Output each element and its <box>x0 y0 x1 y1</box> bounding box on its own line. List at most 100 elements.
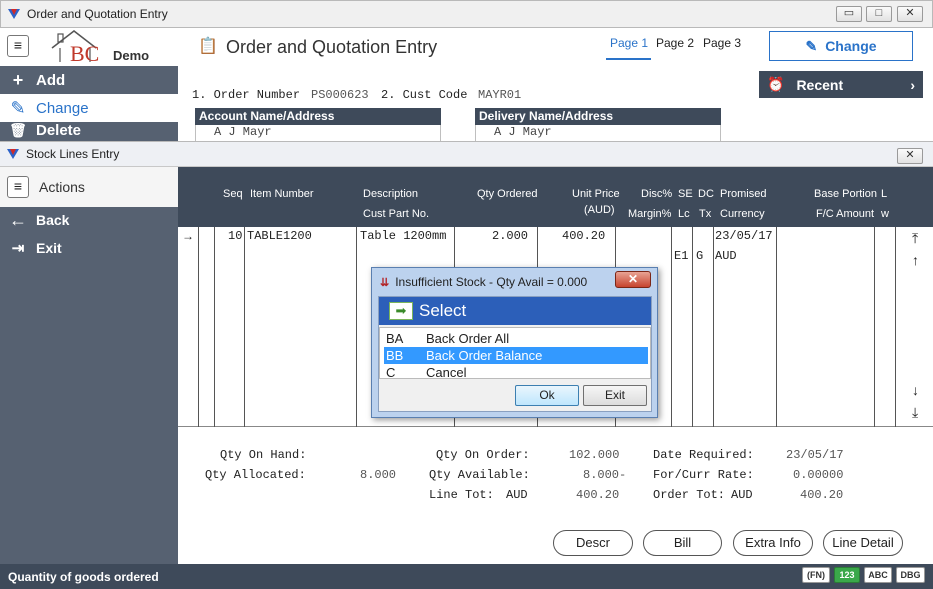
col-extra2: w <box>881 208 889 220</box>
menu-add[interactable]: + Add <box>0 66 178 94</box>
close-window-button[interactable]: ✕ <box>897 6 923 22</box>
table-row[interactable]: 10 TABLE1200 Table 1200mm 2.000 400.20 2… <box>215 227 855 267</box>
scroll-bottom-icon[interactable]: ⤓ <box>912 404 918 421</box>
logo-subtitle: Demo <box>113 48 150 63</box>
menu-change-label: Change <box>36 99 89 117</box>
scroll-top-icon[interactable]: ⤒ <box>912 230 918 247</box>
scroll-down-icon[interactable]: ↓ <box>912 382 919 398</box>
row-se: E1 <box>674 249 689 263</box>
page-title: Order and Quotation Entry <box>226 37 438 57</box>
row-seq: 10 <box>228 229 243 243</box>
maximize-button[interactable]: □ <box>866 6 892 22</box>
main-menu-button[interactable]: ≡ <box>7 35 29 57</box>
descr-button[interactable]: Descr <box>553 530 633 556</box>
dialog-title: Insufficient Stock - Qty Avail = 0.000 <box>395 275 588 289</box>
option-key: BA <box>386 331 404 346</box>
num-badge[interactable]: 123 <box>834 567 860 583</box>
qorder-label: Qty On Order: <box>436 448 530 462</box>
dialog-body: ➡ Select BA Back Order All BB Back Order… <box>378 296 652 412</box>
menu-icon: ≡ <box>7 176 29 198</box>
back-button[interactable]: ← Back <box>0 206 178 234</box>
stock-close-button[interactable]: ✕ <box>897 148 923 164</box>
line-detail-button[interactable]: Line Detail <box>823 530 903 556</box>
abc-badge[interactable]: ABC <box>864 567 892 583</box>
row-date: 23/05/17 <box>715 229 773 243</box>
change-button[interactable]: ✎ Change <box>769 31 913 61</box>
qoh-label: Qty On Hand: <box>220 448 307 462</box>
window-title: Order and Quotation Entry <box>27 7 168 21</box>
option-key: BB <box>386 348 404 363</box>
main-titlebar: Order and Quotation Entry <box>0 0 933 28</box>
tab-page-3[interactable]: Page 3 <box>703 36 741 50</box>
select-list-icon: ➡ <box>389 302 413 320</box>
recent-button[interactable]: ⏰ Recent › <box>759 71 923 98</box>
linetot-label: Line Tot: <box>429 488 494 502</box>
actions-button[interactable]: ≡ Actions <box>0 167 178 207</box>
row-currency: AUD <box>715 249 737 263</box>
exit-icon: ⇥ <box>11 240 25 257</box>
option-label: Back Order Balance <box>426 348 543 363</box>
list-item[interactable]: BA Back Order All <box>384 330 648 347</box>
linetot-value: 400.20 <box>576 488 620 502</box>
qavail-value: 8.000- <box>583 468 627 482</box>
menu-delete[interactable]: 🗑 Delete <box>0 122 178 141</box>
chevron-right-icon: › <box>910 76 915 93</box>
alarm-clock-icon: ⏰ <box>767 76 785 92</box>
col-price: Unit Price <box>572 188 620 200</box>
extra-info-button[interactable]: Extra Info <box>733 530 813 556</box>
trash-icon: 🗑 <box>9 122 27 138</box>
back-label: Back <box>36 212 70 228</box>
minimize-button[interactable]: ▭ <box>836 6 862 22</box>
actions-label: Actions <box>39 179 85 195</box>
linetot-currency: AUD <box>506 488 528 502</box>
qalloc-value: 8.000 <box>360 468 397 482</box>
fn-badge[interactable]: (FN) <box>802 567 830 583</box>
option-key: C <box>386 365 396 380</box>
cust-code-label: 2. Cust Code <box>381 88 468 102</box>
arrow-left-icon: ← <box>9 209 27 230</box>
ordertot-currency: AUD <box>731 488 753 502</box>
status-text: Quantity of goods ordered <box>8 569 159 584</box>
menu-delete-label: Delete <box>36 122 82 139</box>
list-item[interactable]: C Cancel <box>384 364 648 381</box>
ordertot-value: 400.20 <box>800 488 844 502</box>
cust-code-value[interactable]: MAYR01 <box>478 88 521 102</box>
option-label: Back Order All <box>426 331 510 346</box>
recent-label: Recent <box>796 76 844 93</box>
select-header: ➡ Select <box>379 297 651 325</box>
col-currency: Currency <box>720 208 765 220</box>
row-pointer-icon: → <box>182 229 194 243</box>
dialog-exit-button[interactable]: Exit <box>583 385 647 406</box>
tab-page-2[interactable]: Page 2 <box>656 36 694 50</box>
menu-add-label: Add <box>36 71 66 89</box>
ordertot-label: Order Tot: <box>653 488 726 502</box>
col-base: Base Portion <box>814 188 877 200</box>
bill-button[interactable]: Bill <box>643 530 722 556</box>
stock-lines-titlebar: Stock Lines Entry <box>0 141 933 167</box>
rate-value: 0.00000 <box>793 468 844 482</box>
datereq-label: Date Required: <box>653 448 754 462</box>
order-number-value[interactable]: PS000623 <box>311 88 369 102</box>
order-number-label: 1. Order Number <box>192 88 301 102</box>
pencil-icon: ✎ <box>805 37 818 54</box>
tab-underline <box>606 58 651 60</box>
ok-button[interactable]: Ok <box>515 385 579 406</box>
list-item[interactable]: BB Back Order Balance <box>384 347 648 364</box>
col-fc: F/C Amount <box>816 208 875 220</box>
dialog-close-button[interactable]: ✕ <box>615 271 651 288</box>
tab-page-1[interactable]: Page 1 <box>610 36 648 50</box>
rate-label: For/Curr Rate: <box>653 468 754 482</box>
col-seq: Seq <box>223 188 243 200</box>
col-qty: Qty Ordered <box>477 188 538 200</box>
qalloc-label: Qty Allocated: <box>205 468 306 482</box>
pencil-icon: ✎ <box>10 97 26 118</box>
scroll-up-icon[interactable]: ↑ <box>912 252 919 268</box>
plus-icon: + <box>12 69 24 90</box>
datereq-value: 23/05/17 <box>786 448 844 462</box>
dbg-badge[interactable]: DBG <box>896 567 925 583</box>
col-tx: Tx <box>699 208 712 220</box>
exit-button[interactable]: ⇥ Exit <box>0 234 178 262</box>
menu-change[interactable]: ✎ Change <box>0 94 178 122</box>
qorder-value: 102.000 <box>569 448 620 462</box>
col-extra1: L <box>881 188 888 200</box>
